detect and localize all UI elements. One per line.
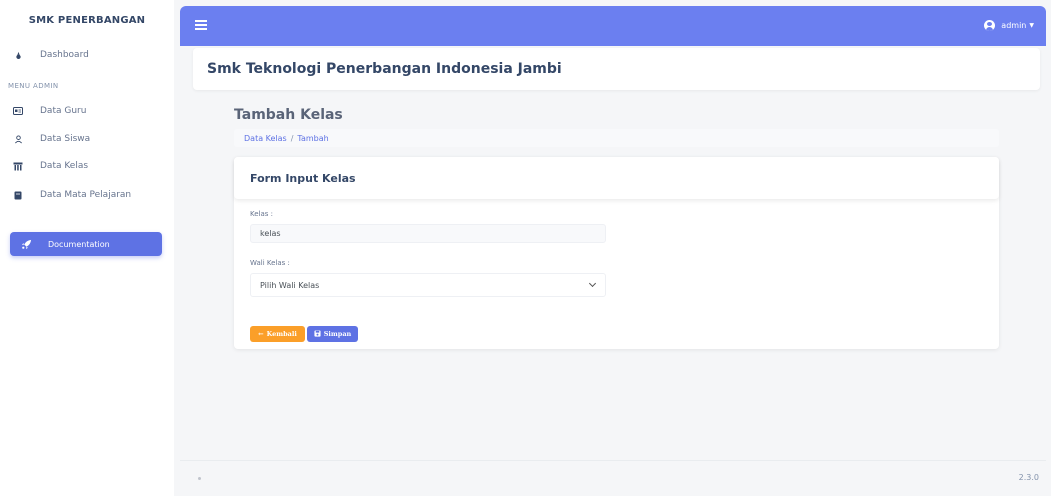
kelas-input[interactable]: kelas [250,224,606,243]
breadcrumb-separator: / [290,133,294,143]
sidebar-item-data-siswa[interactable]: Data Siswa [12,134,90,144]
save-icon [314,329,321,339]
form-title: Form Input Kelas [234,157,999,199]
school-title: Smk Teknologi Penerbangan Indonesia Jamb… [193,48,1040,90]
user-menu[interactable]: admin ▼ [984,20,1034,31]
user-icon [12,134,24,144]
documentation-button[interactable]: Documentation [10,232,162,256]
username: admin [1001,21,1027,30]
brand-title: SMK PENERBANGAN [28,14,146,26]
sidebar-item-data-mata-pelajaran[interactable]: Data Mata Pelajaran [12,190,131,200]
save-label: Simpan [323,330,352,338]
user-avatar-icon [984,20,996,31]
menu-section-label: MENU ADMIN [8,82,59,90]
sidebar-item-data-kelas[interactable]: Data Kelas [12,161,88,171]
back-button[interactable]: ← Kembali [250,326,305,342]
save-button[interactable]: Simpan [307,326,358,342]
back-label: Kembali [266,330,297,338]
footer: 2.3.0 [180,460,1046,496]
id-card-icon [12,107,24,115]
footer-dot [198,477,201,480]
rocket-icon [20,239,32,250]
sidebar-item-label: Data Siswa [40,134,91,144]
chevron-down-icon [588,279,597,288]
hamburger-menu-icon[interactable] [195,20,207,30]
sidebar-item-data-guru[interactable]: Data Guru [12,106,86,116]
wali-kelas-label: Wali Kelas : [250,259,290,267]
breadcrumb-data-kelas[interactable]: Data Kelas [244,134,287,143]
sidebar-item-label: Dashboard [40,50,89,60]
caret-down-icon: ▼ [1029,22,1034,29]
sidebar: SMK PENERBANGAN Dashboard MENU ADMIN Dat… [0,0,174,496]
form-card: Form Input Kelas Kelas : kelas Wali Kela… [234,157,999,349]
dashboard-icon [12,51,24,60]
sidebar-item-label: Data Kelas [40,161,89,171]
wali-kelas-selected: Pilih Wali Kelas [260,280,320,290]
sidebar-item-dashboard[interactable]: Dashboard [12,50,89,60]
page-title: Tambah Kelas [234,107,343,123]
wali-kelas-select[interactable]: Pilih Wali Kelas [250,273,606,297]
sidebar-item-label: Data Guru [40,106,87,116]
book-icon [12,191,24,200]
breadcrumb-tambah[interactable]: Tambah [297,134,328,143]
top-navbar: admin ▼ [180,6,1046,46]
kelas-label: Kelas : [250,210,274,218]
sidebar-item-label: Data Mata Pelajaran [40,190,132,200]
version-text: 2.3.0 [1018,473,1039,482]
breadcrumb: Data Kelas / Tambah [234,129,999,147]
documentation-label: Documentation [48,239,110,249]
building-icon [12,162,24,171]
arrow-left-icon: ← [258,330,264,338]
